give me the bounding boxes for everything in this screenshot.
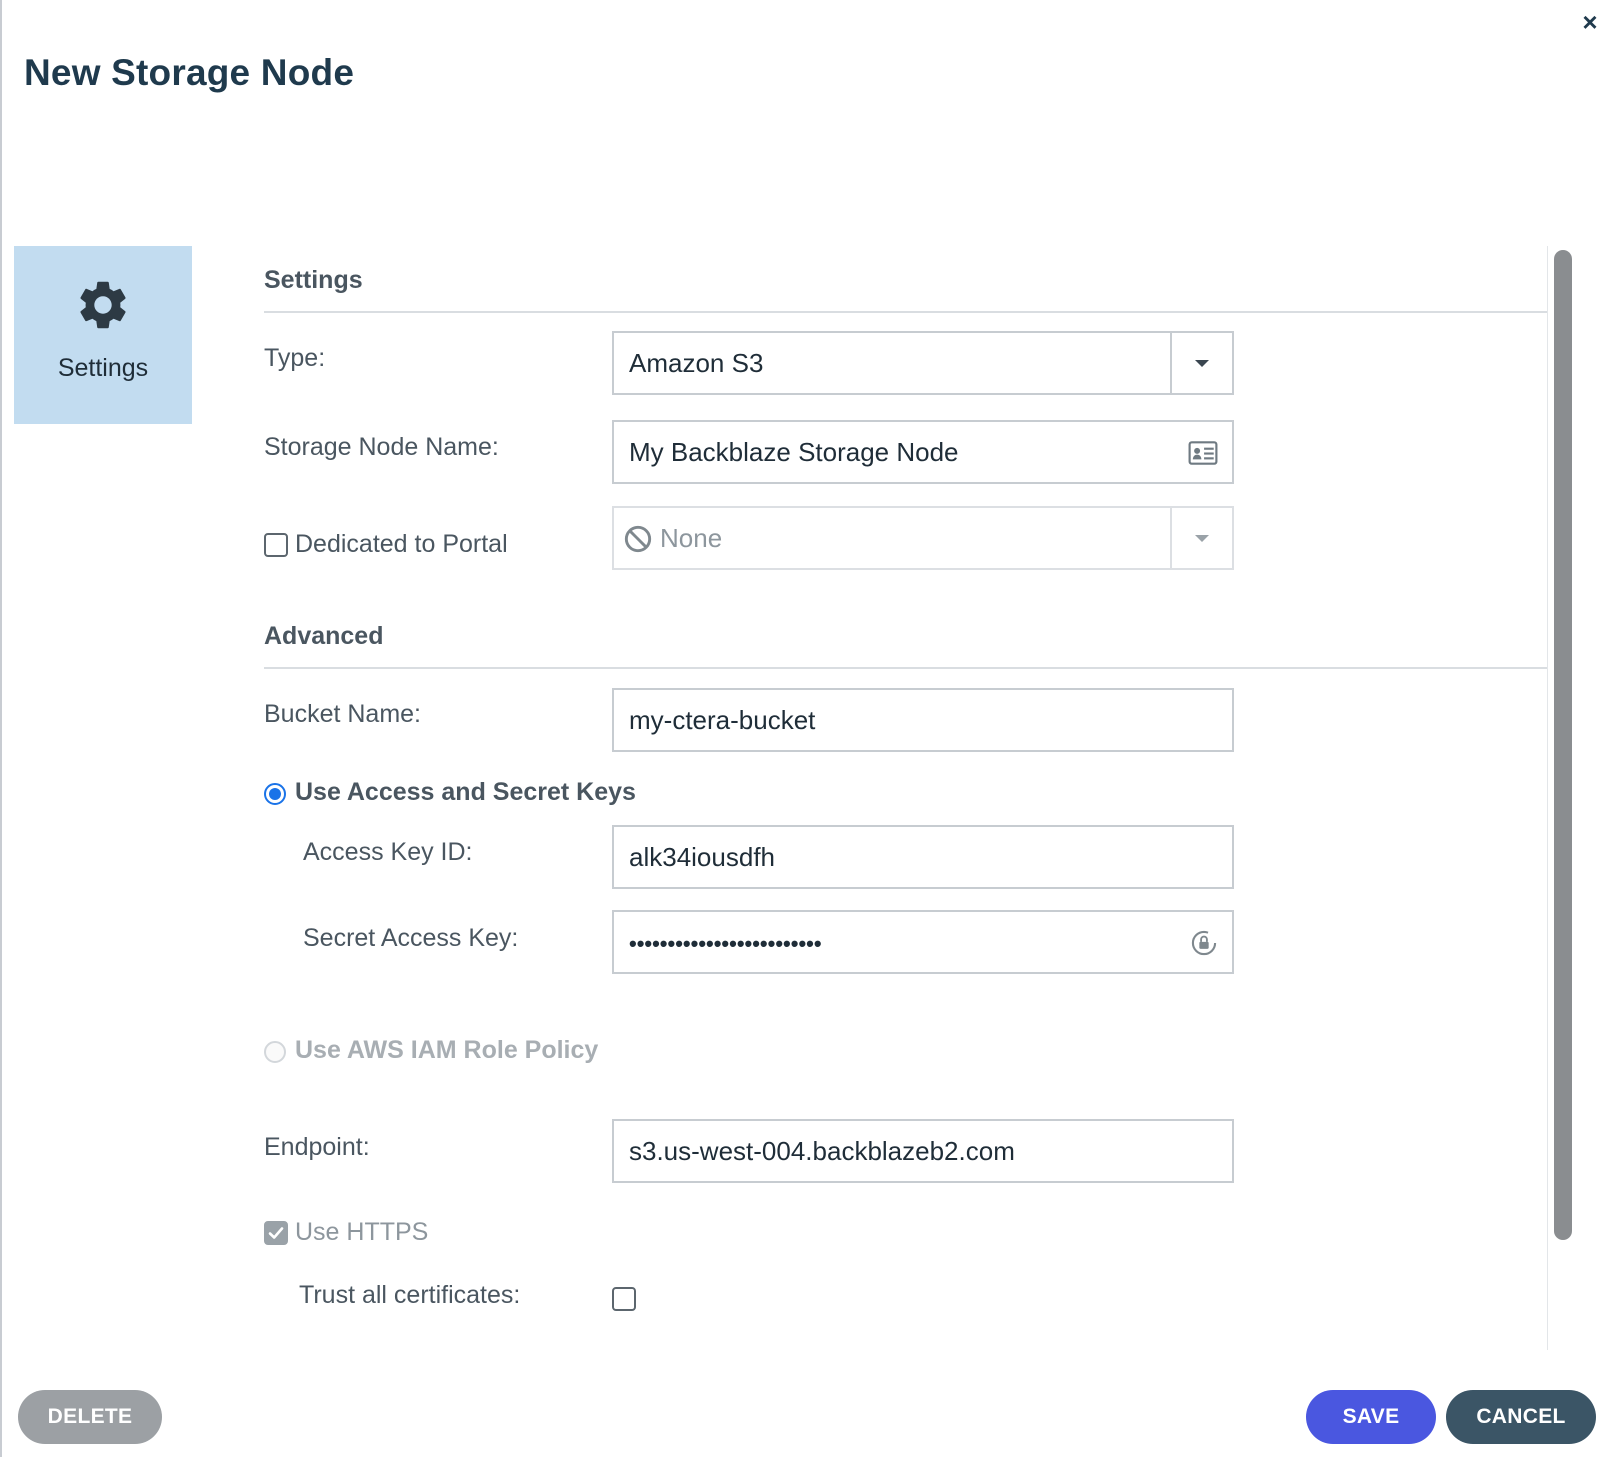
bucket-name-input[interactable]: my-ctera-bucket <box>612 688 1234 752</box>
access-key-id-value: alk34iousdfh <box>629 842 775 872</box>
secret-access-key-value: ••••••••••••••••••••••••• <box>629 931 822 956</box>
trust-all-certificates-label: Trust all certificates: <box>299 1281 521 1309</box>
type-select-value: Amazon S3 <box>629 348 764 378</box>
storage-node-name-input[interactable]: My Backblaze Storage Node <box>612 420 1234 484</box>
use-access-keys-radio[interactable] <box>264 783 286 805</box>
id-card-icon[interactable] <box>1188 440 1218 466</box>
use-https-label: Use HTTPS <box>295 1218 429 1246</box>
section-divider <box>264 311 1548 313</box>
use-iam-role-radio[interactable] <box>264 1041 286 1063</box>
no-entry-icon <box>624 525 652 553</box>
section-title-advanced: Advanced <box>264 622 384 650</box>
bucket-name-value: my-ctera-bucket <box>629 705 816 735</box>
delete-button[interactable]: DELETE <box>18 1390 162 1444</box>
trust-all-certificates-checkbox[interactable] <box>612 1287 636 1311</box>
use-iam-role-label: Use AWS IAM Role Policy <box>295 1036 599 1064</box>
section-divider <box>264 667 1548 669</box>
radio-selected-dot <box>269 788 281 800</box>
scrollbar-thumb[interactable] <box>1554 250 1572 1240</box>
portal-select[interactable]: None <box>612 506 1234 570</box>
section-title-settings: Settings <box>264 266 363 294</box>
chevron-down-icon <box>1195 535 1209 542</box>
endpoint-input[interactable]: s3.us-west-004.backblazeb2.com <box>612 1119 1234 1183</box>
use-access-keys-label: Use Access and Secret Keys <box>295 778 636 806</box>
type-select-toggle[interactable] <box>1170 333 1232 393</box>
storage-node-name-value: My Backblaze Storage Node <box>629 437 959 467</box>
new-storage-node-dialog: New Storage Node × Settings Settings Typ… <box>0 0 1600 1457</box>
access-key-id-input[interactable]: alk34iousdfh <box>612 825 1234 889</box>
type-label: Type: <box>264 344 326 372</box>
portal-select-value: None <box>660 523 723 553</box>
storage-node-name-label: Storage Node Name: <box>264 433 499 461</box>
bucket-name-label: Bucket Name: <box>264 700 422 728</box>
type-select[interactable]: Amazon S3 <box>612 331 1234 395</box>
lock-reveal-icon[interactable] <box>1190 929 1218 957</box>
save-button[interactable]: SAVE <box>1306 1390 1436 1444</box>
endpoint-value: s3.us-west-004.backblazeb2.com <box>629 1136 1015 1166</box>
chevron-down-icon <box>1195 360 1209 367</box>
secret-access-key-input[interactable]: ••••••••••••••••••••••••• <box>612 910 1234 974</box>
use-https-checkbox[interactable] <box>264 1221 288 1245</box>
secret-access-key-label: Secret Access Key: <box>303 924 519 952</box>
dedicated-to-portal-label: Dedicated to Portal <box>295 530 508 558</box>
access-key-id-label: Access Key ID: <box>303 838 473 866</box>
dedicated-to-portal-checkbox[interactable] <box>264 533 288 557</box>
endpoint-label: Endpoint: <box>264 1133 370 1161</box>
settings-panel: Settings Type: Amazon S3 Storage Node Na… <box>2 0 1600 1350</box>
checkmark-icon <box>268 1227 284 1239</box>
portal-select-toggle[interactable] <box>1170 508 1232 568</box>
cancel-button[interactable]: CANCEL <box>1446 1390 1596 1444</box>
